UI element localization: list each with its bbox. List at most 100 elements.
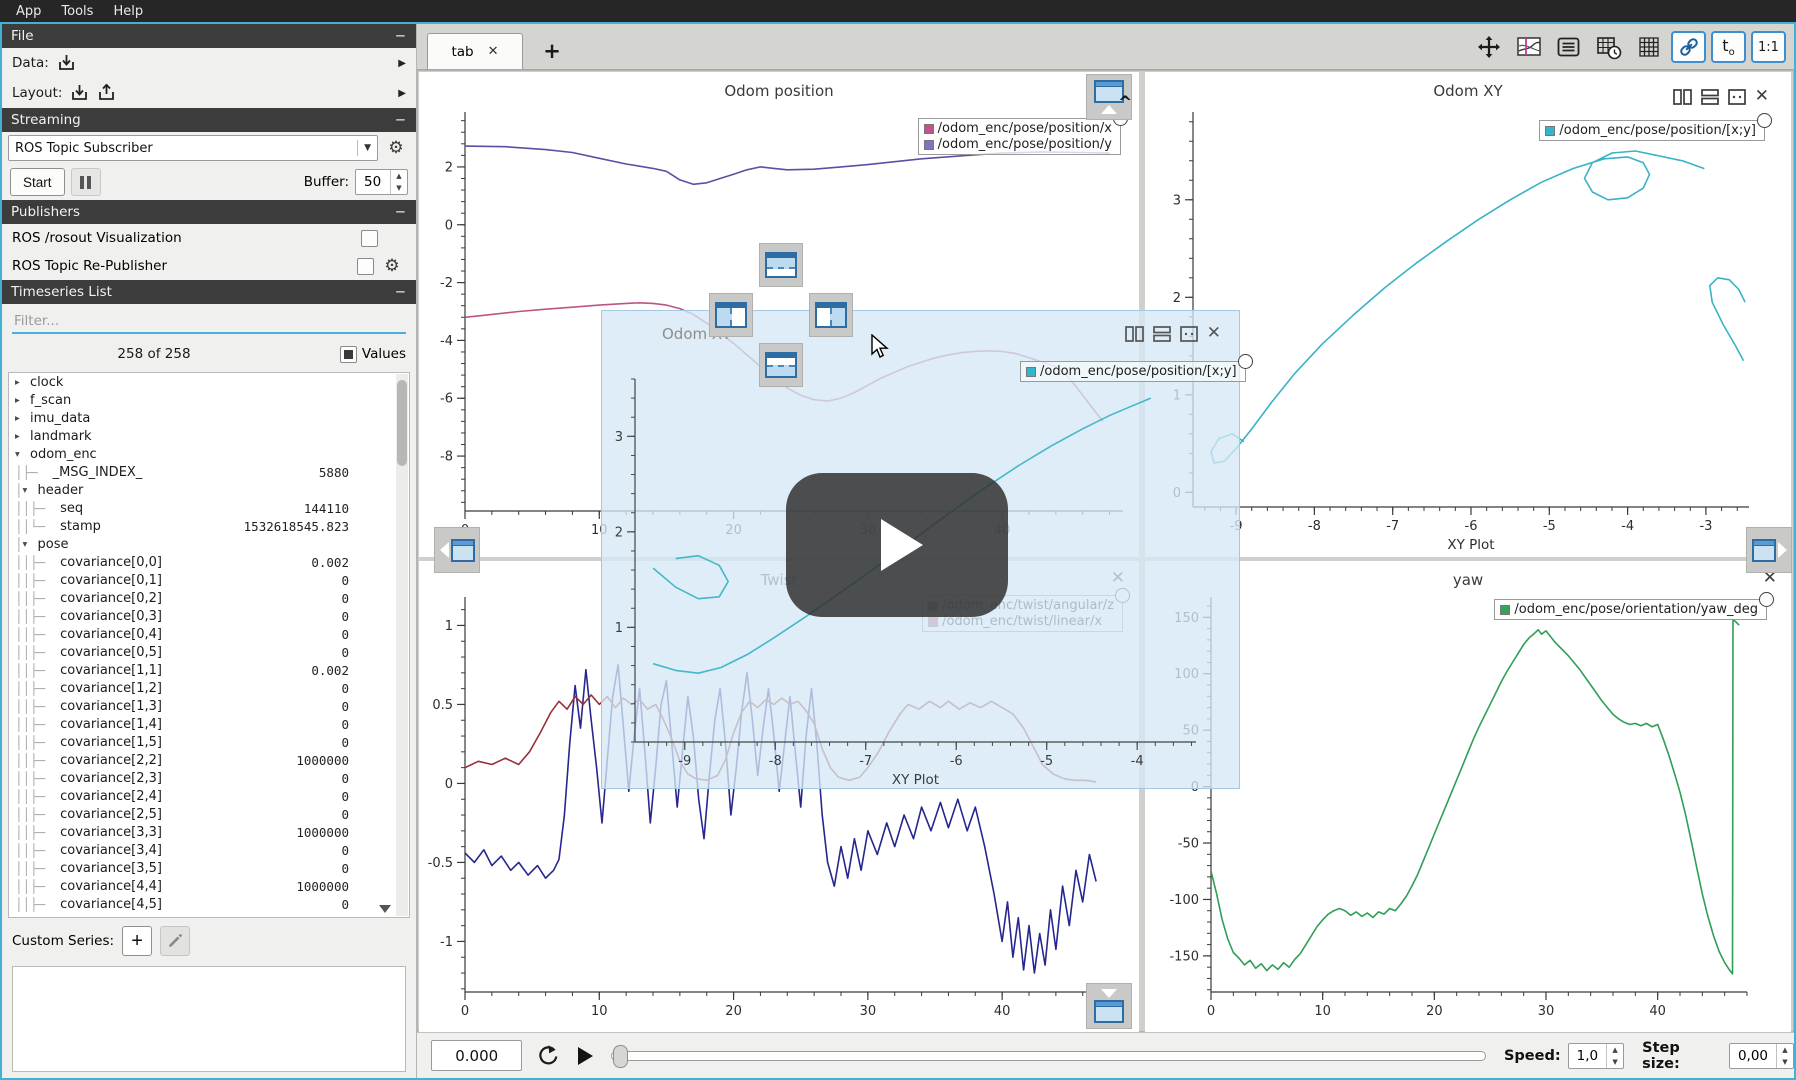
streaming-source-select[interactable]: ROS Topic Subscriber ▼ xyxy=(8,135,378,161)
pause-button[interactable] xyxy=(71,168,101,196)
tree-item-covariance[3,3][interactable]: ││├─covariance[3,3]1000000 xyxy=(9,823,409,841)
loop-button[interactable] xyxy=(535,1043,561,1069)
yaw-chart[interactable]: 010203040150100500-50-100-150 xyxy=(1145,561,1791,1032)
spin-up-icon[interactable]: ▲ xyxy=(1607,1044,1623,1056)
tree-item-stamp[interactable]: ││└─stamp1532618545.823 xyxy=(9,517,409,535)
dock-split-bottom[interactable] xyxy=(759,343,803,387)
tree-item-imu_data[interactable]: ▸imu_data xyxy=(9,409,409,427)
legend-yaw[interactable]: /odom_enc/pose/orientation/yaw_deg xyxy=(1494,599,1767,620)
layout-menu-chevron-icon[interactable]: ▶ xyxy=(398,88,406,99)
dock-indicator-left[interactable] xyxy=(434,527,480,573)
dock-split-right[interactable] xyxy=(809,293,853,337)
buffer-spinbox[interactable]: 50 ▲▼ xyxy=(355,169,408,195)
tab-active[interactable]: tab ✕ xyxy=(427,33,523,69)
tree-item-covariance[0,3][interactable]: ││├─covariance[0,3]0 xyxy=(9,607,409,625)
odom-xy-chart[interactable]: -9-8-7-6-5-4-33210XY Plot xyxy=(1145,72,1791,557)
edit-custom-series-button[interactable] xyxy=(160,926,190,956)
add-custom-series-button[interactable]: + xyxy=(122,926,152,956)
legend-odom-position[interactable]: /odom_enc/pose/position/x/odom_enc/pose/… xyxy=(918,118,1121,155)
tree-item-header[interactable]: │▾header xyxy=(9,481,409,499)
video-play-button[interactable] xyxy=(786,473,1008,617)
menu-tools[interactable]: Tools xyxy=(51,4,103,19)
spin-down-icon[interactable]: ▼ xyxy=(1777,1056,1793,1068)
dock-indicator-right[interactable] xyxy=(1746,527,1792,573)
tree-item-covariance[1,3][interactable]: ││├─covariance[1,3]0 xyxy=(9,697,409,715)
tree-item-covariance[0,1][interactable]: ││├─covariance[0,1]0 xyxy=(9,571,409,589)
section-header-file[interactable]: File − xyxy=(2,24,416,48)
legend-toggle-button[interactable] xyxy=(1551,31,1586,63)
tree-item-covariance[0,2][interactable]: ││├─covariance[0,2]0 xyxy=(9,589,409,607)
streaming-gear-icon[interactable]: ⚙ xyxy=(382,135,410,161)
tree-item-_MSG_INDEX_[interactable]: │├─_MSG_INDEX_5880 xyxy=(9,463,409,481)
time-display[interactable]: 0.000 xyxy=(431,1040,522,1071)
tree-item-covariance[2,4][interactable]: ││├─covariance[2,4]0 xyxy=(9,787,409,805)
tracker-tool-button[interactable] xyxy=(1511,31,1546,63)
slider-handle[interactable] xyxy=(613,1045,628,1068)
spin-up-icon[interactable]: ▲ xyxy=(1777,1044,1793,1056)
tree-item-covariance[2,3][interactable]: ││├─covariance[2,3]0 xyxy=(9,769,409,787)
legend-entry[interactable]: /odom_enc/pose/position/x xyxy=(924,121,1112,136)
legend-odom-xy[interactable]: /odom_enc/pose/position/[x;y] xyxy=(1539,120,1765,141)
plot-odom-xy[interactable]: -9-8-7-6-5-4-33210XY Plot Odom XY ✕ /odo… xyxy=(1145,72,1791,557)
tree-item-covariance[2,2][interactable]: ││├─covariance[2,2]1000000 xyxy=(9,751,409,769)
tree-item-covariance[3,4][interactable]: ││├─covariance[3,4]0 xyxy=(9,841,409,859)
data-menu-chevron-icon[interactable]: ▶ xyxy=(398,58,406,69)
datetime-button[interactable] xyxy=(1591,31,1626,63)
tree-item-seq[interactable]: ││├─seq144110 xyxy=(9,499,409,517)
legend-entry[interactable]: /odom_enc/pose/position/[x;y] xyxy=(1545,123,1756,138)
section-header-publishers[interactable]: Publishers − xyxy=(2,200,416,224)
republisher-checkbox[interactable] xyxy=(357,258,374,275)
tree-item-pose[interactable]: │▾pose xyxy=(9,535,409,553)
section-header-streaming[interactable]: Streaming − xyxy=(2,108,416,132)
legend-entry[interactable]: /odom_enc/pose/position/[x;y] xyxy=(1026,364,1237,379)
values-checkbox[interactable] xyxy=(340,346,357,363)
tree-item-covariance[4,5][interactable]: ││├─covariance[4,5]0 xyxy=(9,895,409,913)
load-layout-icon[interactable] xyxy=(70,84,89,102)
timeline-slider[interactable] xyxy=(611,1051,1486,1061)
link-ranges-button[interactable] xyxy=(1671,31,1706,63)
load-data-icon[interactable] xyxy=(57,54,76,72)
step-size-spinbox[interactable]: 0,00 ▲▼ xyxy=(1729,1043,1794,1069)
tree-item-f_scan[interactable]: ▸f_scan xyxy=(9,391,409,409)
tree-item-covariance[1,5][interactable]: ││├─covariance[1,5]0 xyxy=(9,733,409,751)
ratio-1-1-button[interactable]: 1:1 xyxy=(1751,31,1786,63)
tree-scrollbar[interactable] xyxy=(396,374,408,916)
tree-item-covariance[0,4][interactable]: ││├─covariance[0,4]0 xyxy=(9,625,409,643)
tree-item-covariance[0,0][interactable]: ││├─covariance[0,0]0.002 xyxy=(9,553,409,571)
speed-spinbox[interactable]: 1,0 ▲▼ xyxy=(1568,1043,1624,1069)
t0-button[interactable]: to xyxy=(1711,31,1746,63)
tree-item-clock[interactable]: ▸clock xyxy=(9,373,409,391)
split-vertical-icon[interactable] xyxy=(1153,326,1171,342)
close-plot-icon[interactable]: ✕ xyxy=(1755,88,1769,105)
close-plot-icon[interactable]: ✕ xyxy=(1207,325,1221,342)
dock-indicator-bottom[interactable] xyxy=(1086,983,1132,1029)
play-button[interactable] xyxy=(574,1044,596,1068)
menu-app[interactable]: App xyxy=(6,4,51,19)
move-tool-button[interactable] xyxy=(1471,31,1506,63)
split-horizontal-icon[interactable] xyxy=(1673,89,1692,105)
grid-layout-button[interactable] xyxy=(1631,31,1666,63)
plot-yaw[interactable]: 010203040150100500-50-100-150 yaw ✕ /odo… xyxy=(1145,561,1791,1032)
dock-split-left[interactable] xyxy=(709,293,753,337)
tree-item-covariance[3,5][interactable]: ││├─covariance[3,5]0 xyxy=(9,859,409,877)
filter-input[interactable] xyxy=(12,310,406,334)
legend-entry[interactable]: /odom_enc/pose/position/y xyxy=(924,137,1112,152)
spin-up-icon[interactable]: ▲ xyxy=(391,170,407,182)
add-tab-button[interactable]: + xyxy=(535,33,569,69)
dock-split-top[interactable] xyxy=(759,243,803,287)
rosout-checkbox[interactable] xyxy=(361,230,378,247)
fullscreen-icon[interactable] xyxy=(1728,89,1746,105)
tree-item-covariance[4,4][interactable]: ││├─covariance[4,4]1000000 xyxy=(9,877,409,895)
start-button[interactable]: Start xyxy=(10,168,65,196)
custom-series-list[interactable] xyxy=(12,966,406,1072)
republisher-gear-icon[interactable]: ⚙ xyxy=(378,253,406,279)
tree-item-covariance[2,5][interactable]: ││├─covariance[2,5]0 xyxy=(9,805,409,823)
spin-down-icon[interactable]: ▼ xyxy=(391,182,407,194)
menu-help[interactable]: Help xyxy=(103,4,153,19)
tree-item-covariance[1,4][interactable]: ││├─covariance[1,4]0 xyxy=(9,715,409,733)
tree-item-covariance[0,5][interactable]: ││├─covariance[0,5]0 xyxy=(9,643,409,661)
section-header-timeseries[interactable]: Timeseries List − xyxy=(2,280,416,304)
save-layout-icon[interactable] xyxy=(97,84,116,102)
tab-close-icon[interactable]: ✕ xyxy=(488,44,499,59)
legend-entry[interactable]: /odom_enc/pose/orientation/yaw_deg xyxy=(1500,602,1758,617)
